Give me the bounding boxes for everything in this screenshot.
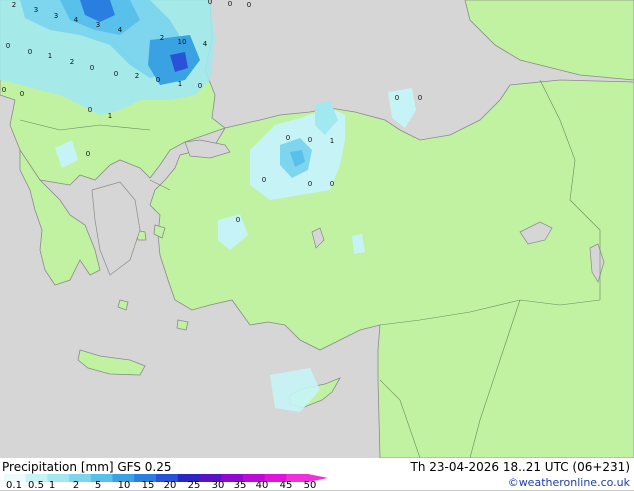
point-value: 0 (395, 94, 399, 102)
point-value: 1 (108, 112, 112, 120)
point-value: 0 (86, 150, 90, 158)
footer: Precipitation [mm] GFS 0.25 Th 23-04-202… (0, 458, 634, 491)
point-value: 0 (20, 90, 24, 98)
point-value: 10 (178, 38, 187, 46)
point-value: 0 (247, 1, 251, 9)
point-value: 0 (330, 180, 334, 188)
point-value: 0 (236, 216, 240, 224)
point-value: 2 (135, 72, 139, 80)
point-value: 0 (286, 134, 290, 142)
point-value: 2 (160, 34, 164, 42)
point-value: 0 (28, 48, 32, 56)
point-value: 0 (228, 0, 232, 8)
point-value: 3 (34, 6, 38, 14)
point-value: 0 (156, 76, 160, 84)
point-value: 0 (208, 0, 212, 6)
land-island-3 (176, 319, 189, 331)
point-value: 0 (198, 82, 202, 90)
point-value: 4 (118, 26, 123, 34)
point-value: 1 (178, 80, 182, 88)
point-value: 0 (88, 106, 92, 114)
point-value: 2 (12, 1, 16, 9)
point-value: 4 (74, 16, 79, 24)
run-time-label: Th 23-04-2026 18..21 UTC (06+231) (410, 460, 630, 474)
credit-link[interactable]: ©weatheronline.co.uk (508, 476, 630, 490)
point-value: 0 (308, 180, 312, 188)
point-value: 0 (6, 42, 10, 50)
title-label: Precipitation [mm] GFS 0.25 (2, 460, 172, 474)
point-value: 0 (114, 70, 118, 78)
point-value: 1 (48, 52, 52, 60)
point-value: 0 (262, 176, 266, 184)
precipitation-map: 233 4430 0 02 10 400 1200 2 0 1 00 01000 00 0 10 0 00 (0, 0, 634, 458)
point-value: 3 (54, 12, 58, 20)
point-value: 1 (330, 137, 334, 145)
point-value: 0 (90, 64, 94, 72)
point-value: 3 (96, 21, 100, 29)
point-value: 0 (308, 136, 312, 144)
point-value: 0 (418, 94, 422, 102)
point-value: 4 (203, 40, 208, 48)
point-value: 0 (2, 86, 6, 94)
point-value: 2 (70, 58, 74, 66)
